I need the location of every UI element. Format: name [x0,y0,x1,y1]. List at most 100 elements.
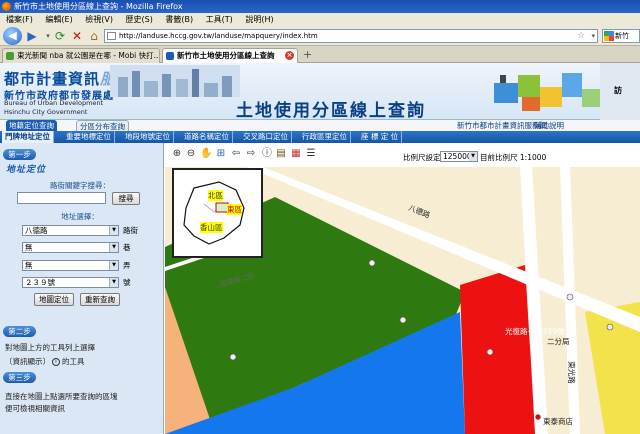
step-3-badge: 第三步 [3,372,36,383]
zoom-in-icon[interactable]: ⊕ [171,148,183,160]
menu-view[interactable]: 檢視(V) [85,13,113,26]
lane-select[interactable]: 無 ▼ [22,242,119,253]
back-button[interactable]: ◀ [3,27,22,45]
reload-icon[interactable]: ⟳ [52,28,68,44]
chevron-down-icon: ▼ [109,226,118,235]
stop-icon[interactable]: ✕ [69,28,85,44]
inset-label-north: 北區 [208,190,223,201]
hsinchu-outline-image [183,181,245,245]
logo-en-2: Hsinchu City Government [4,108,88,116]
poi-marker-icon[interactable] [229,353,237,361]
reset-query-button[interactable]: 重新查詢 [80,293,120,306]
inset-label-xiangshan: 香山區 [200,222,223,233]
step-2-tool-text: 〔資訊顯示〕 i 的工具 [5,357,85,366]
bookmark-star-icon[interactable]: ☆ [577,30,585,42]
nav-landmark-locate[interactable]: 重要地標定位 [63,131,115,143]
menu-history[interactable]: 歷史(S) [126,13,153,26]
map-label-branch: 二分局 [547,337,570,346]
forward-button[interactable]: ▶ [24,28,40,44]
road-select[interactable]: 八德路 ▼ [22,225,119,236]
url-text: http://landuse.hccg.gov.tw/landuse/mapqu… [119,32,318,40]
search-box[interactable]: 新竹 [602,29,640,43]
site-favicon-icon [166,52,174,60]
zoom-out-icon[interactable]: ⊖ [185,148,197,160]
nav-intersection-locate[interactable]: 交叉路口定位 [240,131,292,143]
full-extent-icon[interactable]: ⊞ [215,148,227,160]
scale-select[interactable]: 125000 ▼ [440,151,478,162]
tab-cadastral-query[interactable]: 地籍定位查詢 [6,120,57,131]
menu-help[interactable]: 說明(H) [245,13,273,26]
info-display-icon[interactable]: ⓘ [261,148,273,160]
road-unit-label: 路街 [123,226,138,235]
search-engine-label: 新竹 [615,32,629,40]
puzzle-decoration-image [494,73,600,111]
home-icon[interactable]: ⌂ [86,28,102,44]
menu-edit[interactable]: 編輯(E) [45,13,72,26]
poi-marker-icon[interactable] [368,259,376,267]
url-bar[interactable]: http://landuse.hccg.gov.tw/landuse/mapqu… [104,29,598,43]
nav-road-locate[interactable]: 道路名稱定位 [181,131,233,143]
keyword-input[interactable] [17,192,106,204]
step-3-text-2: 便可檢視相關資訊 [5,404,65,413]
nav-address-locate[interactable]: 門牌地址定位 [2,131,54,143]
alley-unit-label: 弄 [123,261,131,270]
menu-file[interactable]: 檔案(F) [6,13,33,26]
chevron-down-icon: ▼ [109,243,118,252]
navigation-toolbar: ◀ ▶ ▾ ⟳ ✕ ⌂ http://landuse.hccg.gov.tw/l… [0,26,640,46]
page-main-title: 土地使用分區線上查詢 [236,101,426,121]
nav-lot-locate[interactable]: 地段地號定位 [122,131,174,143]
map-label-shop: 東泰商店 [543,417,573,426]
google-icon [604,31,614,41]
inset-label-east: 東區 [227,204,242,215]
scale-label: 比例尺設定 [403,153,441,162]
layer-icon[interactable]: ▦ [290,148,302,160]
poi-marker-icon[interactable] [606,323,614,331]
tab-zoning-distribution[interactable]: 分區分布查詢 [76,120,129,131]
poi-marker-icon[interactable] [486,348,494,356]
window-title-bar: 新竹市土地使用分區線上查詢 - Mozilla Firefox [0,0,640,13]
alley-select[interactable]: 無 ▼ [22,260,119,271]
window-title: 新竹市土地使用分區線上查詢 - Mozilla Firefox [14,2,183,11]
print-icon[interactable]: ▤ [275,148,287,160]
url-dropdown-icon[interactable]: ▾ [591,30,595,42]
tab-active[interactable]: 新竹市土地使用分區線上查詢 × [162,48,298,63]
nav-district-locate[interactable]: 行政區里定位 [299,131,351,143]
pan-hand-icon[interactable]: ✋ [200,148,212,160]
poi-marker-icon[interactable] [566,293,574,301]
keyword-label: 路街關鍵字搜尋： [50,181,110,190]
measure-icon[interactable]: ☰ [305,148,317,160]
tab-other[interactable]: 東光新聞 nba 就公園是在哪 - Mobi 快打... [2,48,160,63]
logo-en-1: Bureau of Urban Development [4,99,104,107]
lane-unit-label: 巷 [123,243,131,252]
header-tail: 訪 [600,63,640,120]
chevron-down-icon: ▼ [109,261,118,270]
step-3-text-1: 直接在地圖上點選所要查詢的區塊 [5,392,118,401]
map-label-road2: 東光路 [566,361,576,384]
address-select-label: 地址選擇： [61,212,99,221]
close-tab-icon[interactable]: × [285,51,294,60]
step-2-badge: 第二步 [3,326,36,337]
map-locate-button[interactable]: 地圖定位 [34,293,74,306]
shop-marker-icon[interactable] [534,413,542,421]
address-locate-heading: 地址定位 [6,165,47,175]
menu-tools[interactable]: 工具(T) [206,13,233,26]
previous-view-icon[interactable]: ⇦ [230,148,242,160]
step-1-badge: 第一步 [3,149,36,160]
new-tab-button[interactable]: + [303,49,312,61]
number-select[interactable]: ２３９號 ▼ [22,277,119,288]
nav-coordinate-locate[interactable]: 座 標 定 位 [358,131,403,143]
overview-inset-map[interactable]: 北區 東區 香山區 [172,168,263,258]
firefox-icon [2,2,11,11]
poi-marker-icon[interactable] [399,316,407,324]
visitor-text: 訪 [614,86,622,95]
link-help[interactable]: 輔助說明 [531,120,567,131]
info-icon: i [52,358,60,366]
tab-label: 新竹市土地使用分區線上查詢 [177,51,275,60]
search-button[interactable]: 搜尋 [112,192,140,205]
tab-bar: 東光新聞 nba 就公園是在哪 - Mobi 快打... 新竹市土地使用分區線上… [0,46,640,63]
locate-mode-nav: 門牌地址定位 重要地標定位 地段地號定位 道路名稱定位 交叉路口定位 行政區里定… [0,131,640,143]
menu-bookmarks[interactable]: 書籤(B) [165,13,193,26]
top-navigation: 地籍定位查詢 分區分布查詢 新竹市都市計畫資訊服務網 輔助說明 [0,120,640,131]
zoning-map[interactable]: ⊕ ⊖ ✋ ⊞ ⇦ ⇨ ⓘ ▤ ▦ ☰ 比例尺設定 125000 ▼ 目前比例尺 … [165,143,640,434]
next-view-icon[interactable]: ⇨ [245,148,257,160]
